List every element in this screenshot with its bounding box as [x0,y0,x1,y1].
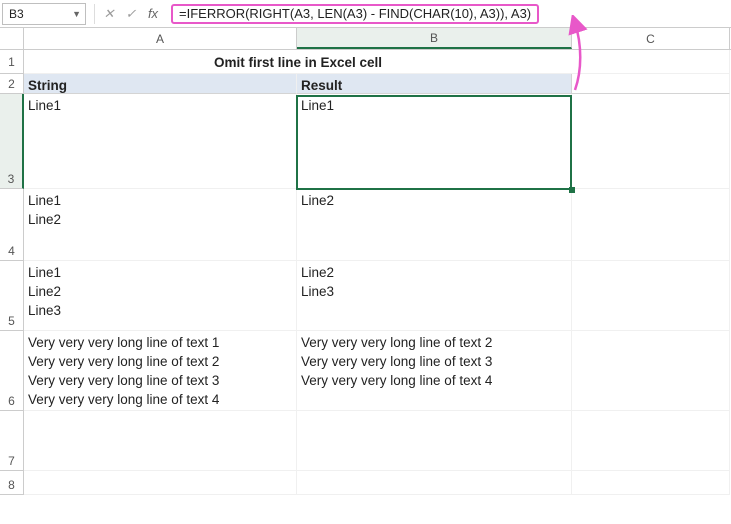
name-box-value: B3 [9,7,24,21]
row-5: 5Line1 Line2 Line3Line2 Line3 [0,261,731,331]
formula-bar: B3 ▼ ✕ ✓ fx =IFERROR(RIGHT(A3, LEN(A3) -… [0,0,731,28]
row-3: 3Line1Line1 [0,94,731,189]
cell-c8[interactable] [572,471,730,495]
row-header-8[interactable]: 8 [0,471,24,495]
row-header-7[interactable]: 7 [0,411,24,471]
cell-b4[interactable]: Line2 [297,189,572,261]
cell-a6[interactable]: Very very very long line of text 1 Very … [24,331,297,411]
row-header-4[interactable]: 4 [0,189,24,261]
header-result[interactable]: Result [297,74,572,94]
column-headers: A B C [0,28,731,50]
row-8: 8 [0,471,731,495]
cell-c2[interactable] [572,74,730,94]
row-1: 1 [0,50,731,74]
row-header-5[interactable]: 5 [0,261,24,331]
separator [94,4,95,24]
title-cell-left[interactable] [24,50,297,74]
cell-c1[interactable] [572,50,730,74]
cell-c6[interactable] [572,331,730,411]
fx-icon[interactable]: fx [143,4,163,24]
formula-input[interactable]: =IFERROR(RIGHT(A3, LEN(A3) - FIND(CHAR(1… [167,3,731,25]
chevron-down-icon: ▼ [72,9,81,19]
col-header-b[interactable]: B [297,28,572,49]
enter-icon[interactable]: ✓ [121,4,141,24]
spreadsheet-grid: A B C 1 Omit first line in Excel cell 2 … [0,28,731,524]
row-header-2[interactable]: 2 [0,74,24,94]
title-cell[interactable] [297,50,572,74]
cell-b8[interactable] [297,471,572,495]
header-string[interactable]: String [24,74,297,94]
cell-b3[interactable]: Line1 [297,94,572,189]
cell-b7[interactable] [297,411,572,471]
formula-text: =IFERROR(RIGHT(A3, LEN(A3) - FIND(CHAR(1… [171,4,539,24]
cell-a5[interactable]: Line1 Line2 Line3 [24,261,297,331]
col-header-c[interactable]: C [572,28,730,49]
cell-b5[interactable]: Line2 Line3 [297,261,572,331]
cell-a3[interactable]: Line1 [24,94,297,189]
cell-a8[interactable] [24,471,297,495]
cell-c7[interactable] [572,411,730,471]
fill-handle[interactable] [569,187,575,193]
row-header-1[interactable]: 1 [0,50,24,74]
row-2: 2 String Result [0,74,731,94]
cell-a4[interactable]: Line1 Line2 [24,189,297,261]
row-6: 6Very very very long line of text 1 Very… [0,331,731,411]
cell-c3[interactable] [572,94,730,189]
cell-a7[interactable] [24,411,297,471]
cancel-icon[interactable]: ✕ [99,4,119,24]
select-all-corner[interactable] [0,28,24,49]
cell-b6[interactable]: Very very very long line of text 2 Very … [297,331,572,411]
cell-c4[interactable] [572,189,730,261]
cell-c5[interactable] [572,261,730,331]
row-4: 4Line1 Line2Line2 [0,189,731,261]
row-header-3[interactable]: 3 [0,94,24,189]
row-7: 7 [0,411,731,471]
row-header-6[interactable]: 6 [0,331,24,411]
col-header-a[interactable]: A [24,28,297,49]
name-box[interactable]: B3 ▼ [2,3,86,25]
formula-bar-icons: ✕ ✓ fx [99,4,163,24]
